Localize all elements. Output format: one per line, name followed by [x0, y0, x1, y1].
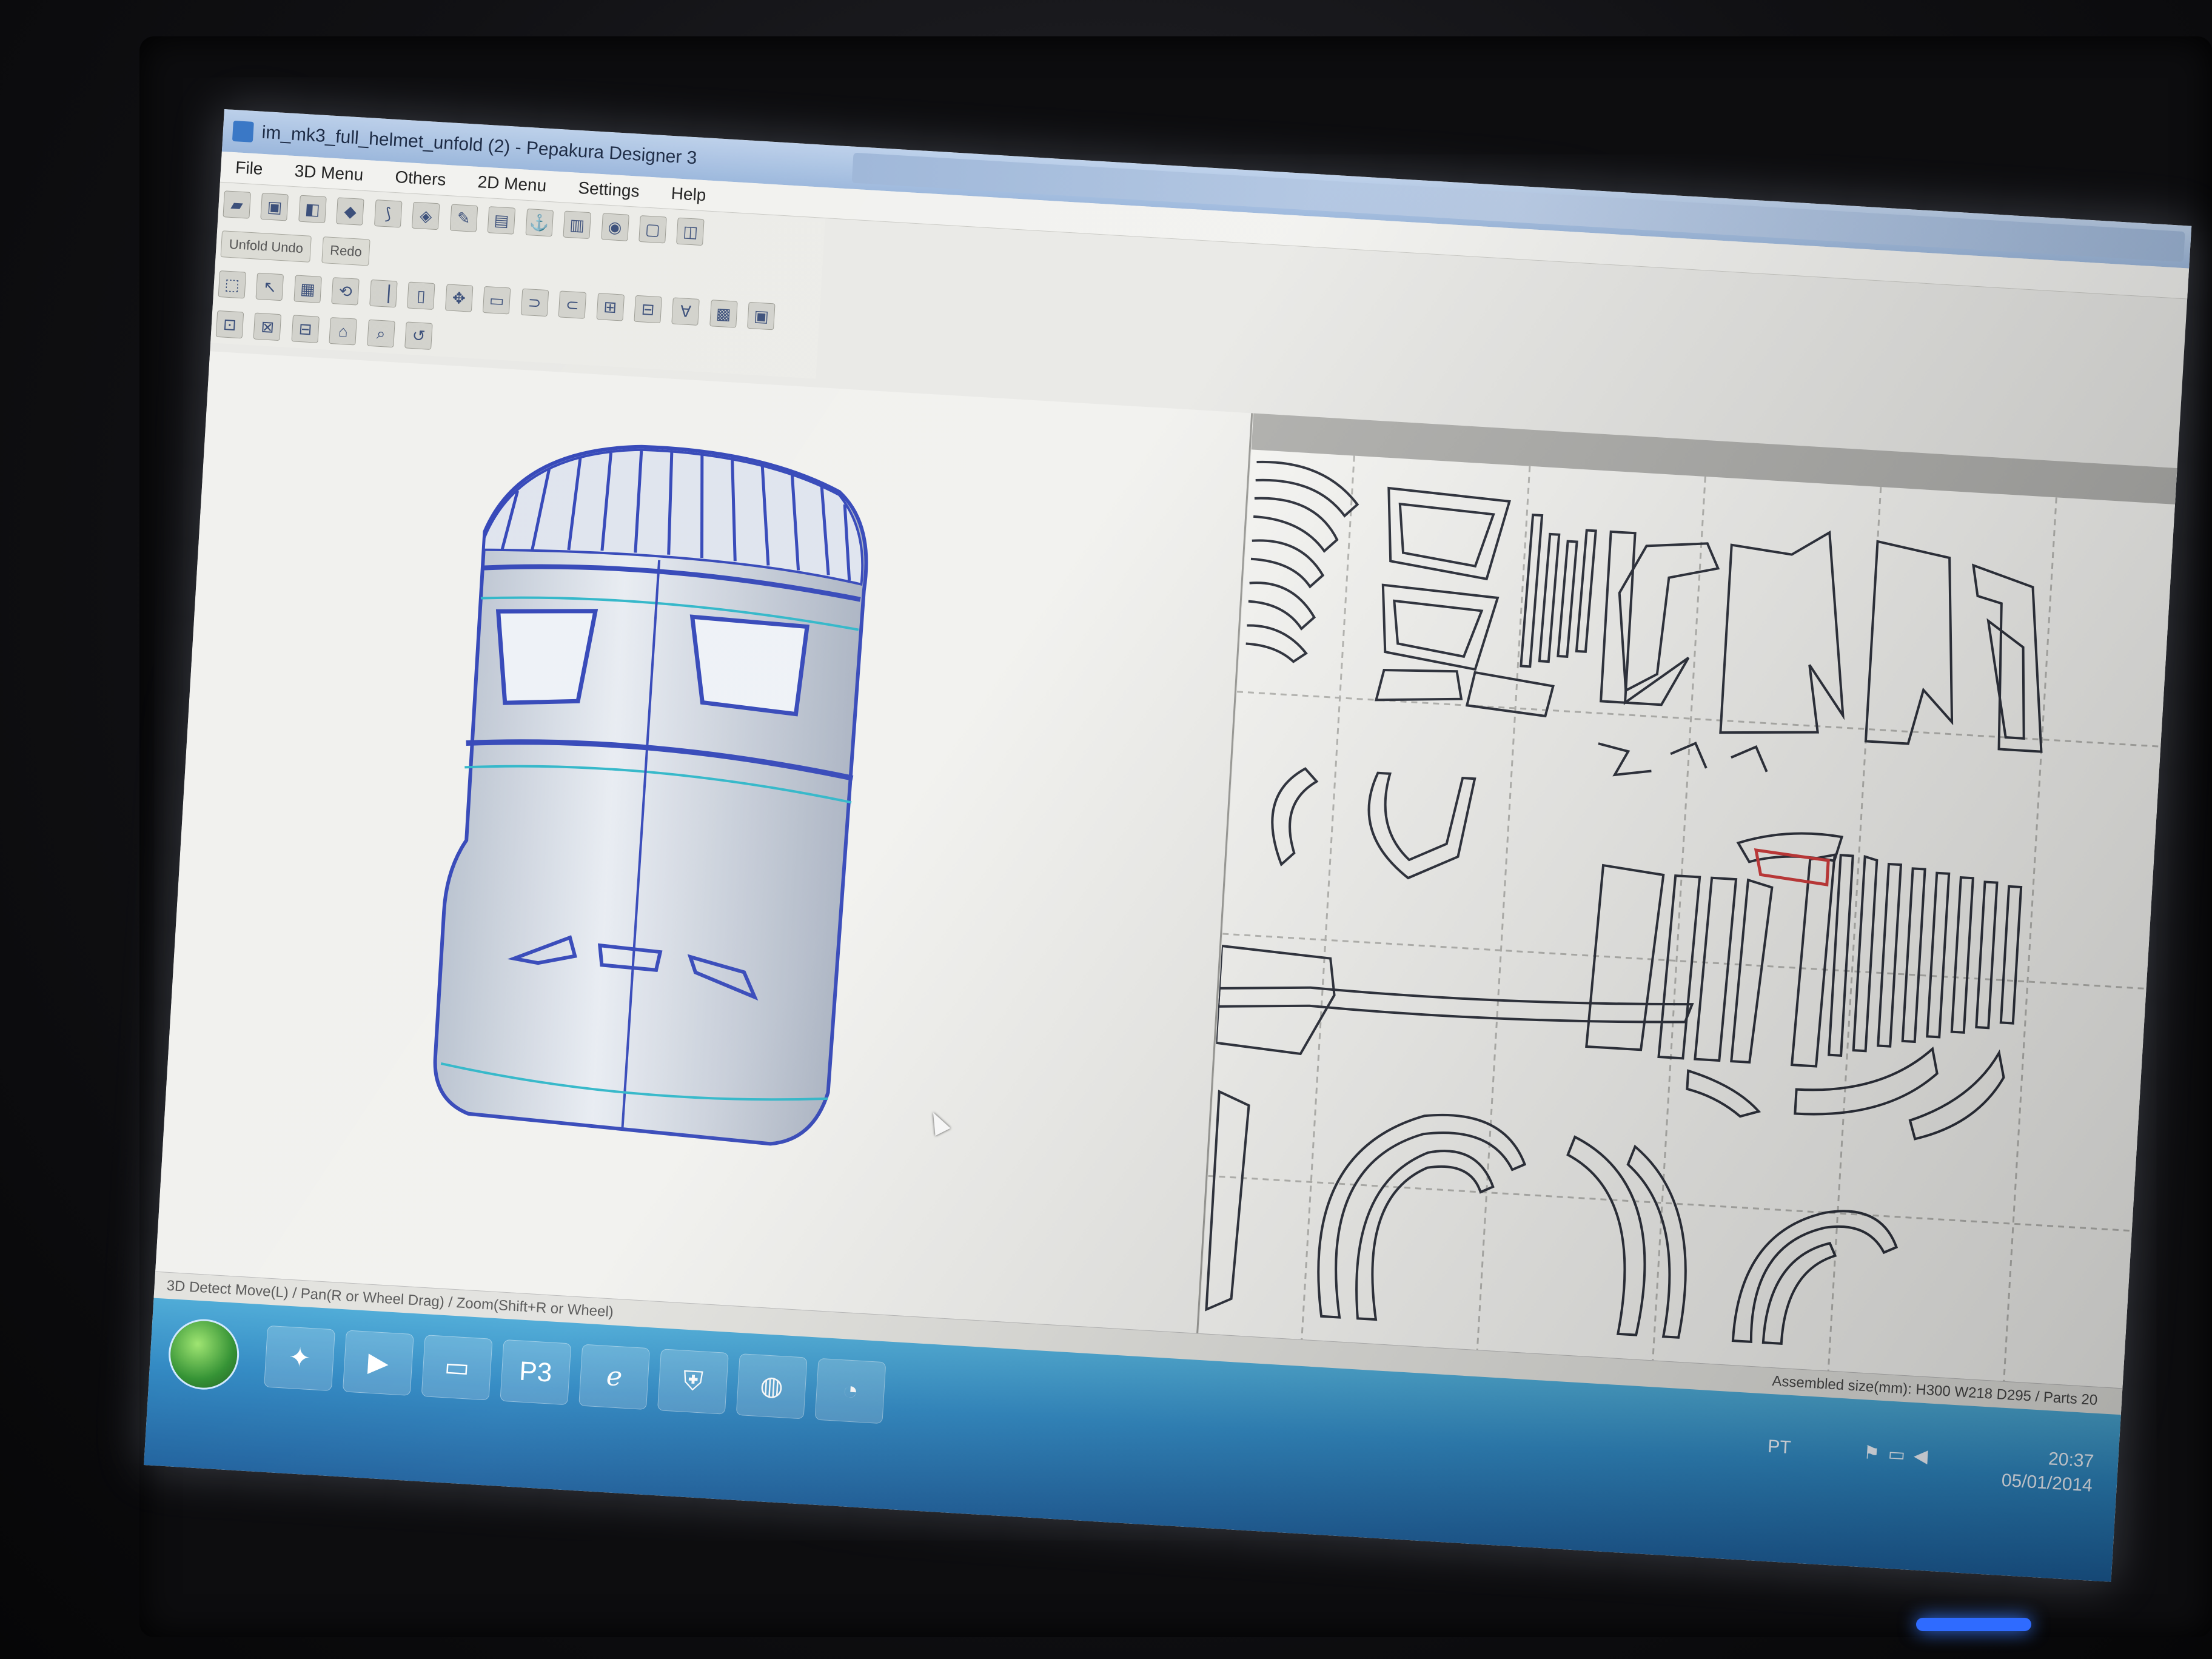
- paint-icon[interactable]: ◈: [412, 201, 440, 230]
- page-grid: [1208, 455, 2161, 1381]
- page-icon[interactable]: ▥: [563, 210, 592, 240]
- clock-date: 05/01/2014: [2000, 1470, 2093, 1496]
- unfolded-parts-sheet: [1205, 455, 2161, 1381]
- rotate-part-icon[interactable]: ⟲: [331, 277, 360, 306]
- settings-part-icon[interactable]: ▣: [747, 301, 776, 330]
- taskbar-media-player-icon[interactable]: ▶: [342, 1330, 414, 1396]
- window-split-icon[interactable]: ◫: [676, 217, 705, 246]
- screen-icon[interactable]: ▭: [483, 286, 511, 315]
- menu-3d[interactable]: 3D Menu: [279, 155, 378, 191]
- disconnect-icon[interactable]: ⊂: [558, 290, 587, 319]
- parts-outlines: [1205, 460, 2043, 1345]
- layer-icon[interactable]: ▩: [709, 300, 738, 328]
- join-edge-icon[interactable]: ⊃: [520, 288, 549, 317]
- cube-icon[interactable]: ◆: [336, 197, 364, 226]
- distribute-icon[interactable]: ⊟: [634, 295, 662, 324]
- edge-icon[interactable]: ▕: [369, 279, 398, 308]
- taskbar-internet-explorer-icon[interactable]: ℯ: [578, 1344, 651, 1410]
- taskbar-pepakura-label: P3: [518, 1356, 553, 1388]
- 2d-unfold-view[interactable]: [1199, 413, 2177, 1389]
- zoom-icon[interactable]: ⌕: [367, 319, 395, 348]
- flag-icon[interactable]: ⚑: [1863, 1443, 1889, 1464]
- print-icon[interactable]: ▤: [487, 206, 516, 235]
- selected-part-highlight[interactable]: [1754, 848, 1830, 886]
- reset-view-icon[interactable]: ↺: [404, 321, 433, 350]
- language-indicator[interactable]: PT: [1767, 1436, 1791, 1458]
- text-icon[interactable]: Ɐ: [671, 297, 700, 326]
- menu-2d[interactable]: 2D Menu: [462, 166, 561, 202]
- view-front-icon[interactable]: ⊡: [215, 310, 244, 339]
- view-home-icon[interactable]: ⌂: [329, 317, 358, 346]
- taskbar-explorer-folder-icon[interactable]: ▭: [421, 1335, 493, 1401]
- align-icon[interactable]: ⊞: [596, 293, 625, 321]
- taskbar-app-globe-icon[interactable]: ◍: [736, 1353, 808, 1419]
- face-icon[interactable]: ▦: [293, 275, 322, 303]
- left-eye-slot: [495, 609, 598, 705]
- battery-icon[interactable]: ▭: [1888, 1444, 1914, 1466]
- right-eye-slot: [689, 614, 810, 717]
- volume-icon[interactable]: ◀: [1913, 1446, 1937, 1467]
- helmet-wireframe: [433, 444, 868, 1146]
- taskbar-security-shield-icon[interactable]: ⛨: [657, 1349, 729, 1415]
- menu-others[interactable]: Others: [380, 161, 461, 196]
- windows-start-orb-icon[interactable]: [166, 1317, 241, 1392]
- join-icon[interactable]: ⟆: [374, 199, 403, 228]
- unfold-undo-button[interactable]: Unfold Undo: [220, 230, 312, 263]
- select-icon[interactable]: ⬚: [218, 270, 247, 299]
- clock[interactable]: 20:37 05/01/2014: [2001, 1444, 2095, 1498]
- open-icon[interactable]: ▰: [223, 190, 251, 219]
- taskbar-media-center-icon[interactable]: ✦: [264, 1325, 335, 1392]
- tray-icons: ⚑▭◀: [1863, 1442, 1937, 1467]
- power-led-icon: [1916, 1618, 2031, 1631]
- taskbar-pepakura-icon[interactable]: P3: [500, 1339, 572, 1406]
- unfold-icon[interactable]: ◧: [298, 195, 327, 224]
- screen: im_mk3_full_helmet_unfold (2) - Pepakura…: [144, 109, 2192, 1582]
- menu-settings[interactable]: Settings: [563, 172, 655, 207]
- anchor-icon[interactable]: ⚓: [525, 208, 554, 237]
- window-single-icon[interactable]: ▢: [638, 215, 667, 244]
- taskbar-chrome-icon[interactable]: ◔: [814, 1358, 886, 1424]
- system-tray: PT ⚑▭◀ 20:37 05/01/2014: [1767, 1436, 2095, 1498]
- flap-icon[interactable]: ▯: [407, 281, 435, 310]
- save-icon[interactable]: ▣: [260, 192, 289, 221]
- menu-help[interactable]: Help: [655, 178, 721, 212]
- pencil-icon[interactable]: ✎: [449, 204, 478, 232]
- 3d-view[interactable]: [155, 351, 1253, 1333]
- view-side-icon[interactable]: ⊠: [253, 312, 282, 341]
- move-icon[interactable]: ✥: [444, 284, 474, 312]
- texture-icon[interactable]: ◉: [600, 213, 629, 241]
- menu-file[interactable]: File: [220, 152, 278, 185]
- pepakura-app-icon: [232, 120, 254, 142]
- arrow-icon[interactable]: ↖: [255, 272, 284, 301]
- view-top-icon[interactable]: ⊟: [291, 315, 320, 343]
- redo-button[interactable]: Redo: [321, 236, 371, 266]
